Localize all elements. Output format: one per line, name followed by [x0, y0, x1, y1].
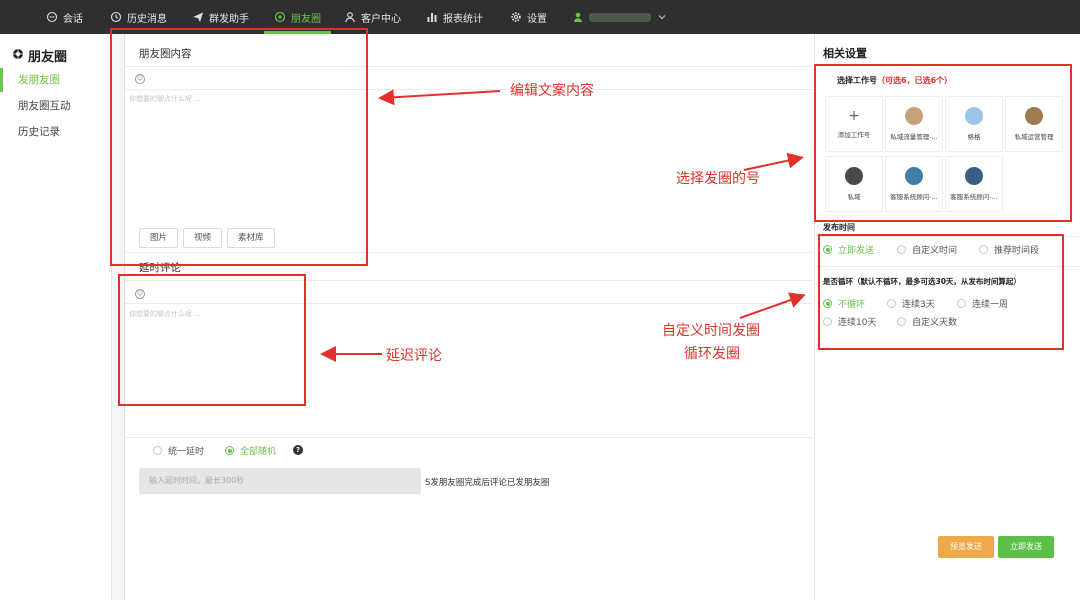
radio-label: 全部随机 — [240, 447, 277, 457]
send-now-button[interactable]: 立即发送 — [998, 536, 1054, 558]
radio-label: 统一延时 — [168, 447, 205, 457]
annotation-box-comment — [118, 274, 306, 406]
user-avatar-icon — [572, 11, 584, 23]
nav-label: 设置 — [527, 13, 547, 25]
moments-icon — [274, 11, 286, 23]
radio-uniform-delay[interactable]: 统一延时 — [153, 444, 204, 457]
send-icon — [192, 11, 204, 23]
divider — [125, 437, 812, 438]
radio-button[interactable] — [153, 446, 162, 455]
nav-item-chat[interactable]: 会话 — [46, 0, 83, 34]
nav-label: 历史消息 — [127, 13, 167, 25]
preview-send-button[interactable]: 预览发送 — [938, 536, 994, 558]
annotation-loop: 循环发圈 — [684, 346, 740, 362]
nav-label: 朋友圈 — [291, 13, 321, 25]
clock-icon — [110, 11, 122, 23]
nav-label: 客户中心 — [361, 13, 401, 25]
settings-title: 相关设置 — [823, 47, 867, 60]
radio-all-random[interactable]: 全部随机 — [225, 444, 276, 457]
chevron-down-icon — [656, 11, 668, 23]
delay-suffix-text: S发朋友圈完成后评论已发朋友圈 — [425, 478, 550, 488]
user-icon — [344, 11, 356, 23]
annotation-box-accounts — [814, 64, 1072, 222]
nav-label: 会话 — [63, 13, 83, 25]
annotation-select-accounts: 选择发圈的号 — [676, 171, 760, 187]
chat-icon — [46, 11, 58, 23]
sidebar-title-label: 朋友圈 — [28, 50, 68, 65]
annotation-edit-content: 编辑文案内容 — [510, 83, 594, 99]
nav-item-reports[interactable]: 报表统计 — [426, 0, 483, 34]
annotation-box-time-loop — [818, 234, 1064, 350]
nav-item-settings[interactable]: 设置 — [510, 0, 547, 34]
moments-icon — [12, 48, 24, 64]
sidebar-item-history[interactable]: 历史记录 — [0, 120, 112, 144]
delay-time-input[interactable]: 输入延时时间，最长300秒 — [139, 468, 421, 494]
gear-icon — [510, 11, 522, 23]
sidebar-item-moments-interaction[interactable]: 朋友圈互动 — [0, 94, 112, 118]
sidebar-item-post-moments[interactable]: 发朋友圈 — [0, 68, 112, 92]
annotation-box-content — [110, 28, 368, 266]
annotation-delay-comment: 延迟评论 — [386, 348, 442, 364]
radio-button[interactable] — [225, 446, 234, 455]
bar-chart-icon — [426, 11, 438, 23]
left-sidebar: 朋友圈 发朋友圈 朋友圈互动 历史记录 — [0, 34, 112, 600]
nav-label: 群发助手 — [209, 13, 249, 25]
nav-label: 报表统计 — [443, 13, 483, 25]
annotation-custom-time: 自定义时间发圈 — [662, 323, 760, 339]
user-menu[interactable] — [572, 0, 668, 34]
sidebar-title: 朋友圈 — [12, 46, 67, 65]
user-name-redacted — [589, 12, 651, 22]
publish-time-title: 发布时间 — [823, 223, 855, 232]
help-icon[interactable]: ? — [293, 445, 303, 455]
